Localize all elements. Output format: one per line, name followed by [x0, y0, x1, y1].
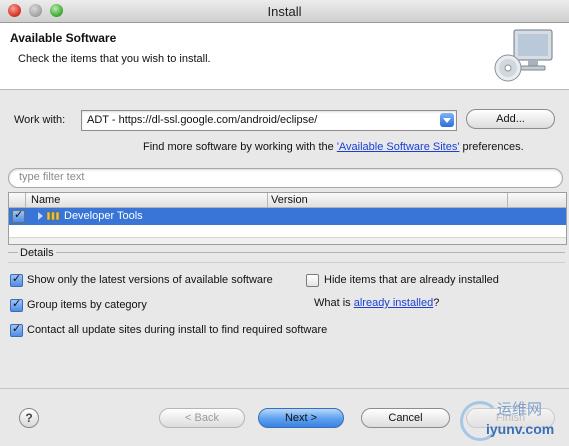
help-button[interactable]: ?: [19, 408, 39, 428]
software-table[interactable]: Name Version Developer Tools: [8, 192, 567, 245]
filter-placeholder: type filter text: [19, 171, 85, 183]
group-by-category-checkbox[interactable]: [10, 297, 23, 312]
table-header: Name Version: [9, 193, 566, 208]
available-software-sites-link[interactable]: 'Available Software Sites': [337, 141, 460, 153]
table-row[interactable]: Developer Tools: [9, 208, 566, 225]
row-name: Developer Tools: [64, 210, 143, 222]
expand-triangle-icon[interactable]: [38, 212, 43, 220]
add-site-button[interactable]: Add...: [466, 109, 555, 129]
find-more-suffix: preferences.: [459, 141, 524, 153]
table-horizontal-scrollbar[interactable]: [9, 237, 566, 244]
page-title: Available Software: [10, 31, 117, 45]
already-installed-link[interactable]: already installed: [354, 297, 434, 309]
window-title: Install: [267, 4, 302, 19]
group-by-category-label: Group items by category: [27, 299, 147, 311]
what-is-installed-text: What is already installed?: [314, 297, 439, 309]
show-latest-label: Show only the latest versions of availab…: [27, 274, 273, 286]
watermark-domain: iyunv.com: [486, 421, 555, 437]
next-button[interactable]: Next >: [258, 408, 344, 428]
column-header-version[interactable]: Version: [271, 194, 308, 206]
work-with-label: Work with:: [14, 114, 66, 126]
cancel-button[interactable]: Cancel: [361, 408, 450, 428]
find-more-prefix: Find more software by working with the: [143, 141, 337, 153]
work-with-value: ADT - https://dl-ssl.google.com/android/…: [87, 114, 318, 126]
show-latest-checkbox[interactable]: [10, 272, 23, 287]
hide-installed-checkbox[interactable]: [306, 274, 319, 287]
row-checkbox[interactable]: [12, 208, 25, 223]
contact-sites-label: Contact all update sites during install …: [27, 324, 328, 336]
what-is-prefix: What is: [314, 297, 354, 309]
wizard-header: Available Software Check the items that …: [0, 23, 569, 90]
find-more-text: Find more software by working with the '…: [143, 141, 524, 153]
filter-input[interactable]: type filter text: [8, 168, 563, 188]
what-is-suffix: ?: [433, 297, 440, 309]
back-button[interactable]: < Back: [159, 408, 245, 428]
hide-installed-label: Hide items that are already installed: [324, 274, 499, 286]
watermark-text: 运维网: [497, 401, 543, 418]
contact-sites-checkbox[interactable]: [10, 322, 23, 337]
dropdown-arrow-icon[interactable]: [440, 113, 454, 127]
details-label: Details: [18, 247, 56, 259]
work-with-combo[interactable]: ADT - https://dl-ssl.google.com/android/…: [81, 110, 457, 131]
window-titlebar: Install: [0, 0, 569, 23]
install-computer-icon: [494, 29, 553, 82]
feature-group-icon: [47, 211, 60, 221]
page-description: Check the items that you wish to install…: [18, 53, 211, 65]
column-header-name[interactable]: Name: [31, 194, 60, 206]
